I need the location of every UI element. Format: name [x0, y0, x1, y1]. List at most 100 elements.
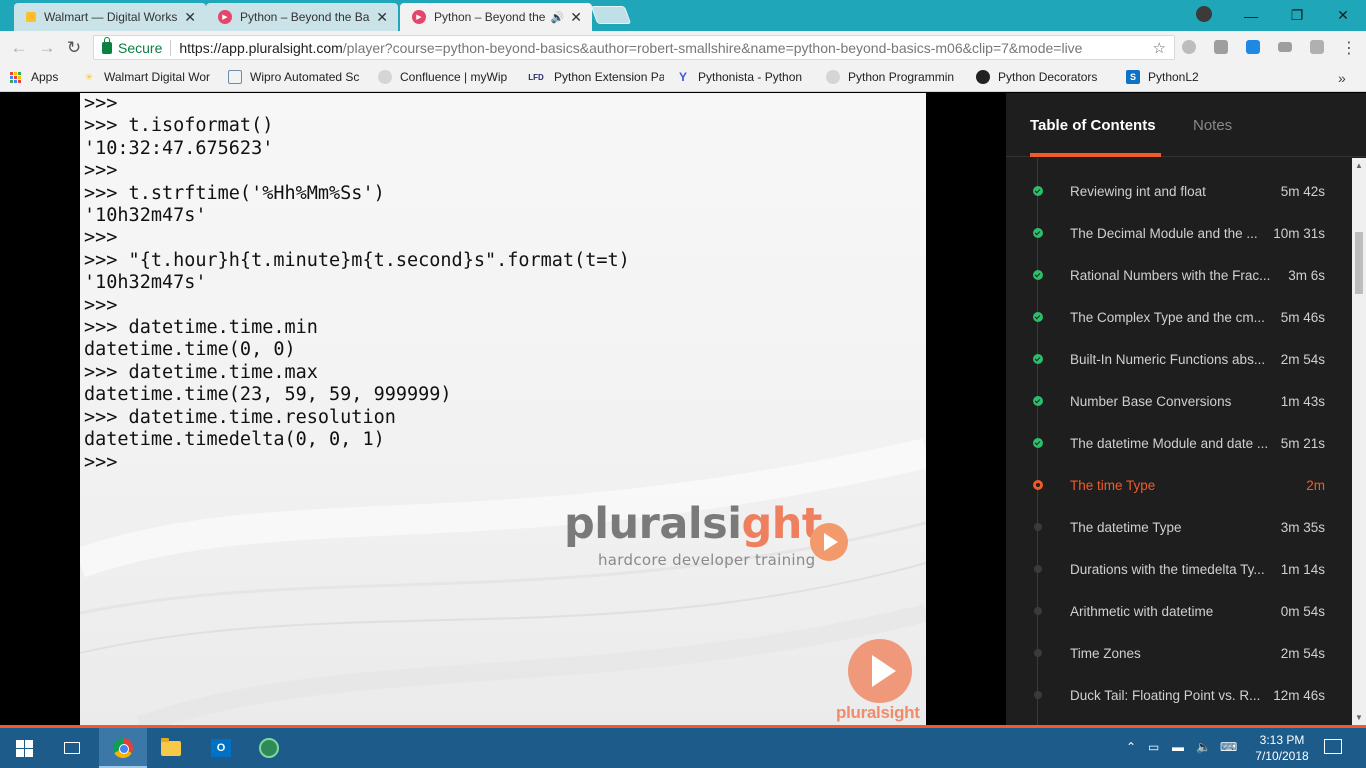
browser-tab-python-1[interactable]: ▶ Python – Beyond the Basics ✕	[206, 3, 398, 31]
chrome-icon[interactable]	[99, 728, 147, 768]
bookmarks-overflow-icon[interactable]: »	[1338, 70, 1346, 86]
yc-icon: Y	[678, 70, 687, 84]
github-icon	[976, 70, 990, 84]
minimize-button[interactable]: —	[1228, 0, 1274, 31]
clip-duration: 12m 46s	[1273, 687, 1325, 703]
extension-grid-icon[interactable]	[1214, 40, 1228, 54]
browser-tab-walmart[interactable]: Walmart — Digital Works ✕	[14, 3, 206, 31]
clip-title: The datetime Module and date ...	[1070, 435, 1269, 451]
battery-icon[interactable]: ▬	[1172, 740, 1184, 754]
keyboard-icon[interactable]: ⌨	[1220, 740, 1237, 754]
outlook-icon[interactable]: O	[197, 728, 245, 768]
close-window-button[interactable]: ✕	[1320, 0, 1366, 31]
sharepoint-icon: S	[1126, 70, 1140, 84]
clip-title: Time Zones	[1070, 645, 1141, 661]
bookmarks-bar: Apps ✳ Walmart Digital Wor Wipro Automat…	[0, 64, 1366, 92]
close-tab-icon[interactable]: ✕	[570, 9, 582, 26]
divider	[170, 39, 172, 56]
bookmark-label: Python Decorators	[998, 70, 1098, 84]
profile-icon[interactable]	[1196, 6, 1212, 22]
tab-notes[interactable]: Notes	[1193, 117, 1232, 134]
toc-clip-item[interactable]: The datetime Module and date ... 5m 21s	[1006, 422, 1352, 464]
cast-icon[interactable]	[1278, 42, 1292, 52]
toc-clip-item[interactable]: The datetime Type 3m 35s	[1006, 506, 1352, 548]
toc-clip-item[interactable]: Arithmetic with datetime 0m 54s	[1006, 590, 1352, 632]
toc-clip-item[interactable]: Reviewing int and float 5m 42s	[1006, 170, 1352, 212]
extension-circle-icon[interactable]	[1182, 40, 1196, 54]
secure-label: Secure	[118, 39, 163, 56]
task-view-icon[interactable]	[48, 728, 96, 768]
pending-dot-icon	[1034, 691, 1042, 699]
toc-clip-item[interactable]: Built-In Numeric Functions abs... 2m 54s	[1006, 338, 1352, 380]
system-clock[interactable]: 3:13 PM 7/10/2018	[1250, 732, 1314, 764]
action-center-icon[interactable]	[1324, 739, 1342, 754]
bookmark-pythonista[interactable]: Y Pythonista - Python	[676, 70, 814, 84]
bookmark-python-programming[interactable]: Python Programmin	[826, 70, 966, 84]
walmart-icon	[26, 12, 36, 22]
pluralsight-logo: pluralsight hardcore developer training	[564, 499, 822, 569]
windows-start-icon[interactable]	[0, 728, 48, 768]
forward-arrow-icon[interactable]: →	[36, 37, 58, 59]
bookmark-star-icon[interactable]: ☆	[1153, 39, 1166, 57]
tray-chevron-icon[interactable]: ⌃	[1126, 740, 1136, 754]
pluralsight-play-badge-icon	[810, 523, 848, 561]
volume-icon[interactable]: 🔈	[1196, 740, 1211, 754]
console-line: >>>	[84, 160, 118, 182]
tab-table-of-contents[interactable]: Table of Contents	[1030, 117, 1156, 134]
clip-title: Built-In Numeric Functions abs...	[1070, 351, 1266, 367]
network-icon[interactable]: ▭	[1148, 740, 1159, 754]
restore-button[interactable]: ❐	[1274, 0, 1320, 31]
walmart-icon: ✳	[85, 71, 93, 82]
bookmark-label: PythonL2	[1148, 70, 1199, 84]
toc-clip-item[interactable]: Time Zones 2m 54s	[1006, 632, 1352, 674]
menu-kebab-icon[interactable]: ⋮	[1338, 37, 1360, 59]
file-explorer-icon[interactable]	[147, 728, 195, 768]
toc-clip-item[interactable]: Rational Numbers with the Frac... 3m 6s	[1006, 254, 1352, 296]
scroll-down-icon[interactable]: ▼	[1355, 713, 1363, 722]
remote-desktop-icon[interactable]	[245, 728, 293, 768]
toc-clip-item[interactable]: The Decimal Module and the ... 10m 31s	[1006, 212, 1352, 254]
bookmark-python-decorators[interactable]: Python Decorators	[976, 70, 1118, 84]
clip-duration: 2m 54s	[1280, 645, 1325, 661]
reload-icon[interactable]: ↻	[63, 37, 85, 59]
toc-clip-item[interactable]: Duck Tail: Floating Point vs. R... 12m 46…	[1006, 674, 1352, 716]
toc-clip-item[interactable]: Durations with the timedelta Ty... 1m 14s	[1006, 548, 1352, 590]
address-bar[interactable]: Secure https://app.pluralsight.com/playe…	[93, 35, 1175, 60]
toc-clip-item[interactable]: Number Base Conversions 1m 43s	[1006, 380, 1352, 422]
clip-duration: 3m 35s	[1280, 519, 1325, 535]
bookmark-pythonl2[interactable]: S PythonL2	[1126, 70, 1199, 84]
close-tab-icon[interactable]: ✕	[184, 9, 196, 26]
back-arrow-icon[interactable]: ←	[8, 37, 30, 59]
bookmark-label: Pythonista - Python	[698, 70, 803, 84]
bookmark-apps[interactable]: Apps	[10, 70, 58, 84]
console-line: >>> datetime.time.min	[84, 317, 318, 339]
toc-clip-item[interactable]: The Complex Type and the cm... 5m 46s	[1006, 296, 1352, 338]
completed-check-icon	[1033, 228, 1043, 238]
clip-title: The Complex Type and the cm...	[1070, 309, 1265, 325]
clip-title: Number Base Conversions	[1070, 393, 1232, 409]
clip-title: The Decimal Module and the ...	[1070, 225, 1258, 241]
shield-extension-icon[interactable]	[1310, 40, 1324, 54]
bookmark-wipro[interactable]: Wipro Automated Sc	[228, 70, 366, 84]
play-button-icon[interactable]	[848, 639, 912, 703]
video-player[interactable]: >>> >>> t.isoformat() '10:32:47.675623' >>>…	[0, 93, 1006, 725]
audio-playing-icon[interactable]: 🔊	[551, 11, 565, 24]
toc-clip-item[interactable]: The time Type 2m	[1006, 464, 1352, 506]
scroll-up-icon[interactable]: ▲	[1355, 161, 1363, 170]
clip-duration: 10m 31s	[1273, 225, 1325, 241]
windows-extension-icon[interactable]	[1246, 40, 1260, 54]
completed-check-icon	[1033, 438, 1043, 448]
bookmark-confluence[interactable]: Confluence | myWip	[378, 70, 516, 84]
bookmark-python-extension[interactable]: LFD Python Extension Pa	[526, 70, 664, 84]
browser-tab-python-active[interactable]: ▶ Python – Beyond the Basics 🔊 ✕	[400, 3, 592, 31]
bookmark-walmart[interactable]: ✳ Walmart Digital Wor	[82, 70, 218, 84]
console-line: >>> t.strftime('%Hh%Mm%Ss')	[84, 182, 385, 204]
pending-dot-icon	[1034, 649, 1042, 657]
clip-duration: 1m 43s	[1280, 393, 1325, 409]
new-tab-button[interactable]	[590, 6, 632, 24]
sidebar-scrollbar[interactable]: ▲ ▼	[1352, 158, 1366, 725]
completed-check-icon	[1033, 396, 1043, 406]
clip-duration: 2m	[1306, 477, 1325, 493]
close-tab-icon[interactable]: ✕	[376, 9, 388, 26]
scrollbar-thumb[interactable]	[1355, 232, 1363, 294]
